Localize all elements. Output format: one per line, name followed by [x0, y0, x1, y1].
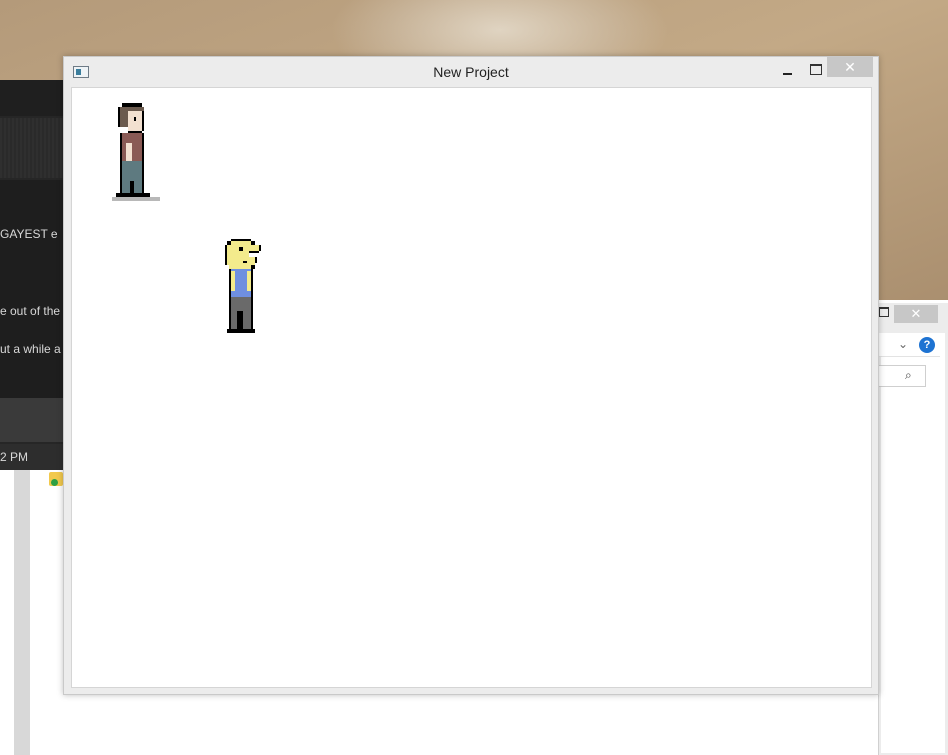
background-close-button[interactable]: ✕ [894, 305, 938, 323]
chat-timestamp: 2 PM [0, 450, 29, 464]
background-search-input[interactable] [879, 365, 926, 387]
chat-message-line: ut a while a [0, 342, 61, 356]
human-character-sprite[interactable] [110, 103, 162, 205]
folder-icon[interactable] [49, 472, 63, 486]
help-icon[interactable]: ? [919, 337, 935, 353]
maximize-button[interactable] [806, 61, 824, 81]
window-title: New Project [433, 64, 509, 80]
chevron-down-icon[interactable]: ⌄ [898, 337, 908, 351]
pacman-character-sprite[interactable] [223, 239, 271, 337]
background-explorer-scrollbar[interactable] [14, 440, 30, 755]
close-button[interactable]: ✕ [827, 57, 873, 77]
new-project-window[interactable]: New Project ✕ [63, 56, 879, 695]
game-canvas[interactable] [71, 87, 872, 688]
chat-message-line: GAYEST e [0, 227, 58, 241]
title-bar[interactable]: New Project ✕ [64, 57, 878, 87]
maximize-icon[interactable] [879, 307, 889, 317]
background-chat-window[interactable]: GAYEST e e out of the ut a while a 2 PM [0, 80, 66, 470]
minimize-button[interactable] [778, 61, 796, 81]
chat-message-line: e out of the [0, 304, 61, 318]
search-icon[interactable]: ⌕ [905, 368, 912, 383]
